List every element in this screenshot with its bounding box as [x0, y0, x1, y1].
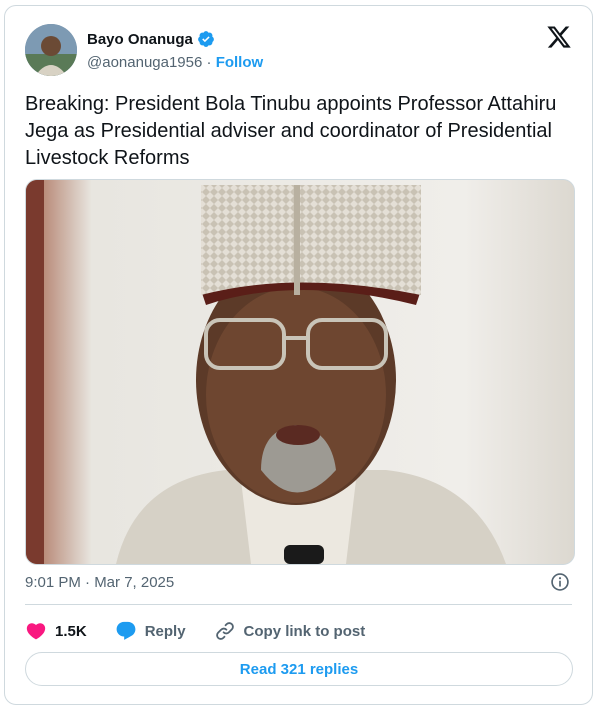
tweet-photo[interactable]	[25, 179, 575, 565]
like-button[interactable]: 1.5K	[25, 620, 87, 642]
follow-button[interactable]: Follow	[216, 54, 264, 71]
photo-image	[26, 180, 574, 564]
x-logo-icon[interactable]	[546, 24, 572, 50]
author-name-row[interactable]: Bayo Onanuga	[87, 30, 215, 48]
link-icon	[215, 622, 234, 640]
heart-icon	[26, 623, 46, 640]
reply-label: Reply	[144, 622, 186, 640]
tweet-text: Breaking: President Bola Tinubu appoints…	[25, 93, 557, 169]
copy-link-button[interactable]: Copy link to post	[214, 620, 366, 642]
read-replies-button[interactable]: Read 321 replies	[25, 652, 573, 686]
author-name[interactable]: Bayo Onanuga	[87, 31, 193, 48]
info-icon[interactable]	[550, 572, 570, 592]
tweet-card: Bayo Onanuga @aonanuga1956 · Follow Brea…	[4, 5, 593, 705]
reply-button[interactable]: Reply	[115, 620, 186, 642]
author-handle[interactable]: @aonanuga1956	[87, 54, 202, 71]
action-bar: 1.5K Reply Copy link to post	[25, 618, 393, 644]
avatar-image	[25, 24, 77, 76]
avatar[interactable]	[25, 24, 77, 76]
tweet-timestamp[interactable]: 9:01 PM · Mar 7, 2025	[25, 574, 174, 591]
copy-link-label: Copy link to post	[243, 622, 366, 640]
verified-badge-icon	[197, 31, 214, 47]
divider	[25, 604, 572, 605]
like-count: 1.5K	[55, 622, 87, 640]
handle-row: @aonanuga1956 · Follow	[87, 54, 263, 71]
reply-icon	[116, 621, 136, 640]
handle-separator: ·	[206, 54, 212, 71]
